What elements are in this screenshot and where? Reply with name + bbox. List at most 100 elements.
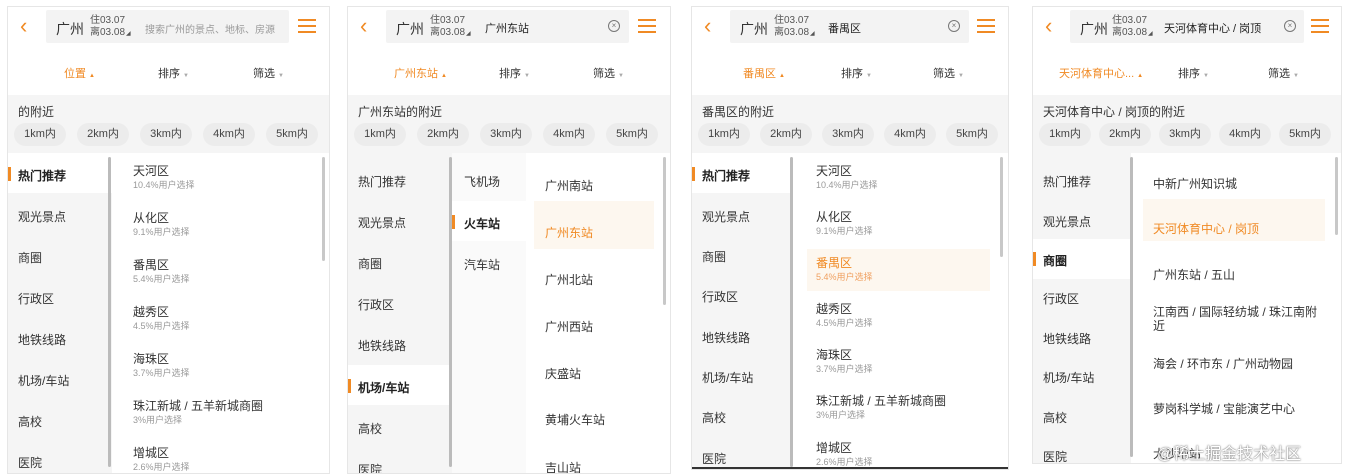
area-item[interactable]: 江南西 / 国际轻纺城 / 珠江南附 [1153,303,1317,320]
clear-icon[interactable]: × [948,20,960,32]
region-item[interactable]: 海珠区 [133,350,169,367]
category-item[interactable]: 行政区 [702,288,738,305]
region-item[interactable]: 番禺区 [133,256,169,273]
category-item[interactable]: 商圈 [1043,252,1067,269]
distance-chip[interactable]: 3km内 [1159,123,1211,146]
screen-filter[interactable]: 筛选 ▼ [593,65,624,81]
search-input[interactable]: 天河体育中心 / 岗顶 [1164,20,1261,36]
city-label[interactable]: 广州 [1080,19,1108,39]
category-item[interactable]: 高校 [18,413,42,430]
search-bar[interactable]: 广州 住03.07 离03.08◢ 天河体育中心 / 岗顶 × [1070,10,1304,43]
station-item[interactable]: 庆盛站 [545,365,581,382]
location-filter[interactable]: 番禺区 ▲ [743,65,785,81]
station-item[interactable]: 广州南站 [545,177,593,194]
clear-icon[interactable]: × [1284,20,1296,32]
subcategory-item[interactable]: 火车站 [464,215,500,232]
clear-icon[interactable]: × [608,20,620,32]
category-item[interactable]: 医院 [702,450,726,467]
category-item[interactable]: 高校 [702,409,726,426]
screen-filter[interactable]: 筛选 ▼ [1268,65,1299,81]
category-item[interactable]: 机场/车站 [702,369,753,386]
scrollbar[interactable] [1000,157,1003,257]
region-item[interactable]: 增城区 [133,444,169,461]
distance-chip[interactable]: 3km内 [140,123,192,146]
date-range[interactable]: 住03.07 离03.08◢ [774,15,815,40]
category-item[interactable]: 商圈 [18,249,42,266]
search-input[interactable]: 番禺区 [828,20,861,36]
category-item[interactable]: 商圈 [702,248,726,265]
menu-icon[interactable] [977,18,995,34]
category-item[interactable]: 行政区 [18,290,54,307]
region-item[interactable]: 增城区 [816,439,852,456]
date-range[interactable]: 住03.07 离03.08◢ [430,15,471,40]
distance-chip[interactable]: 5km内 [1279,123,1331,146]
area-item[interactable]: 萝岗科学城 / 宝能演艺中心 [1153,400,1295,417]
back-arrow-icon[interactable]: ‹ [20,15,36,37]
region-item[interactable]: 番禺区 [816,254,852,271]
region-item[interactable]: 越秀区 [816,300,852,317]
search-bar[interactable]: 广州 住03.07 离03.08◢ 搜索广州的景点、地标、房源 [46,10,289,43]
distance-chip[interactable]: 5km内 [946,123,998,146]
category-item[interactable]: 高校 [1043,409,1067,426]
scrollbar[interactable] [108,157,111,467]
screen-filter[interactable]: 筛选 ▼ [933,65,964,81]
station-item[interactable]: 广州北站 [545,271,593,288]
search-bar[interactable]: 广州 住03.07 离03.08◢ 广州东站 × [386,10,629,43]
region-item[interactable]: 从化区 [133,209,169,226]
category-item[interactable]: 热门推荐 [358,173,406,190]
scrollbar[interactable] [663,157,666,305]
category-item[interactable]: 医院 [358,461,382,473]
distance-chip[interactable]: 2km内 [1099,123,1151,146]
region-item[interactable]: 珠江新城 / 五羊新城商圈 [816,392,946,409]
distance-chip[interactable]: 3km内 [480,123,532,146]
city-label[interactable]: 广州 [740,19,768,39]
city-label[interactable]: 广州 [56,19,84,39]
location-filter[interactable]: 位置 ▲ [64,65,95,81]
scrollbar[interactable] [1335,157,1338,235]
category-item[interactable]: 高校 [358,420,382,437]
station-item[interactable]: 广州东站 [545,224,593,241]
sort-filter[interactable]: 排序 ▼ [1178,65,1209,81]
distance-chip[interactable]: 4km内 [543,123,595,146]
search-bar[interactable]: 广州 住03.07 离03.08◢ 番禺区 × [730,10,969,43]
distance-chip[interactable]: 4km内 [884,123,936,146]
scrollbar[interactable] [790,157,793,467]
category-item[interactable]: 行政区 [1043,290,1079,307]
scrollbar[interactable] [322,157,325,261]
region-item[interactable]: 从化区 [816,208,852,225]
distance-chip[interactable]: 5km内 [266,123,318,146]
region-item[interactable]: 天河区 [133,162,169,179]
region-item[interactable]: 珠江新城 / 五羊新城商圈 [133,397,263,414]
category-item[interactable]: 观光景点 [358,214,406,231]
date-range[interactable]: 住03.07 离03.08◢ [90,15,131,40]
category-item[interactable]: 观光景点 [1043,213,1091,230]
city-label[interactable]: 广州 [396,19,424,39]
sort-filter[interactable]: 排序 ▼ [499,65,530,81]
search-input[interactable]: 广州东站 [485,20,529,36]
station-item[interactable]: 广州西站 [545,318,593,335]
category-item[interactable]: 机场/车站 [18,372,69,389]
location-filter[interactable]: 天河体育中心... ▲ [1059,65,1143,81]
category-item[interactable]: 机场/车站 [1043,369,1094,386]
screen-filter[interactable]: 筛选 ▼ [253,65,284,81]
category-item[interactable]: 地铁线路 [702,329,750,346]
category-item[interactable]: 机场/车站 [358,379,409,396]
distance-chip[interactable]: 4km内 [1219,123,1271,146]
distance-chip[interactable]: 4km内 [203,123,255,146]
category-item[interactable]: 地铁线路 [18,331,66,348]
region-item[interactable]: 海珠区 [816,346,852,363]
menu-icon[interactable] [298,18,316,34]
area-item[interactable]: 中新广州知识城 [1153,175,1237,192]
distance-chip[interactable]: 1km内 [1039,123,1091,146]
subcategory-item[interactable]: 汽车站 [464,256,500,273]
back-arrow-icon[interactable]: ‹ [1045,15,1061,37]
location-filter[interactable]: 广州东站 ▲ [394,65,447,81]
subcategory-item[interactable]: 飞机场 [464,173,500,190]
back-arrow-icon[interactable]: ‹ [360,15,376,37]
menu-icon[interactable] [1311,18,1329,34]
area-item[interactable]: 海会 / 环市东 / 广州动物园 [1153,355,1293,372]
sort-filter[interactable]: 排序 ▼ [841,65,872,81]
menu-icon[interactable] [638,18,656,34]
category-item[interactable]: 观光景点 [18,208,66,225]
category-item[interactable]: 医院 [18,454,42,471]
